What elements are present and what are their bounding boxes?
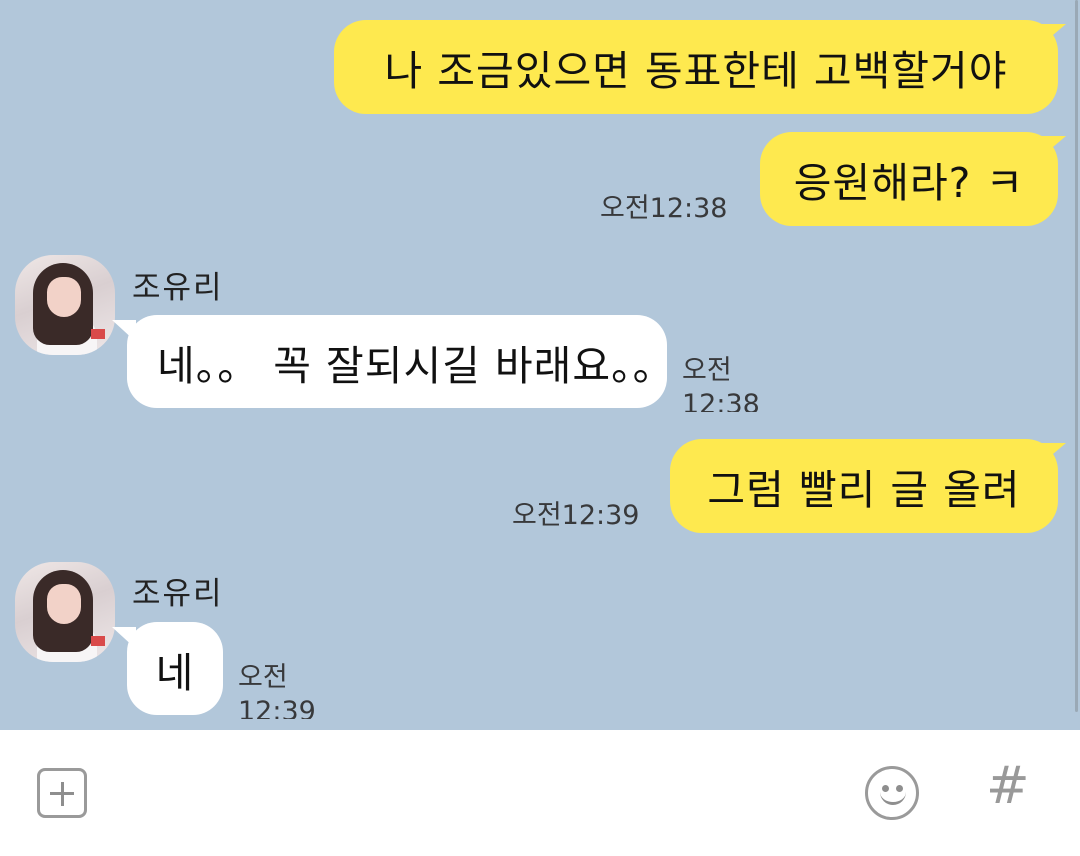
avatar[interactable]	[15, 255, 115, 355]
bubble-tail	[1040, 443, 1066, 465]
message-bubble-received[interactable]: 네。。 꼭 잘되시길 바래요。。	[127, 315, 674, 408]
avatar[interactable]	[15, 562, 115, 662]
smiley-icon[interactable]	[865, 766, 919, 820]
message-time: 오전 12:39	[238, 662, 316, 719]
bubble-tail	[1040, 24, 1066, 46]
message-time: 오전12:39	[512, 500, 640, 531]
scrollbar[interactable]	[1074, 0, 1080, 730]
sender-name: 조유리	[132, 576, 224, 612]
message-time: 오전12:38	[600, 193, 728, 224]
message-text: 응원해라? ㅋ	[793, 159, 1025, 207]
message-time: 오전 12:38	[682, 355, 760, 412]
bubble-tail	[1040, 136, 1066, 158]
scrollbar-thumb[interactable]	[1075, 0, 1078, 712]
message-text: 네	[155, 648, 195, 697]
hash-icon[interactable]: #	[986, 760, 1030, 812]
plus-square-icon[interactable]	[37, 768, 87, 818]
message-text: 그럼 빨리 글 올려	[707, 466, 1021, 514]
chat-area[interactable]: 나 조금있으면 동표한테 고백할거야 응원해라? ㅋ 오전12:38 조유리 네…	[0, 0, 1080, 730]
sender-name: 조유리	[132, 270, 224, 306]
message-bubble-sent[interactable]: 나 조금있으면 동표한테 고백할거야	[334, 20, 1058, 114]
message-bubble-sent[interactable]: 응원해라? ㅋ	[760, 132, 1058, 226]
message-bubble-received[interactable]: 네	[127, 622, 223, 715]
message-text: 나 조금있으면 동표한테 고백할거야	[384, 47, 1008, 95]
message-text: 네。。 꼭 잘되시길 바래요。。	[157, 341, 675, 390]
message-bubble-sent[interactable]: 그럼 빨리 글 올려	[670, 439, 1058, 533]
